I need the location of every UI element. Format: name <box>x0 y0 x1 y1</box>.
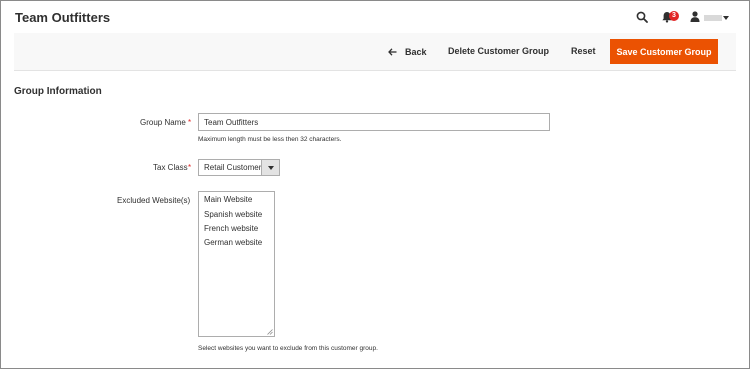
page-actions-bar: Back Delete Customer Group Reset Save Cu… <box>14 33 736 71</box>
tax-class-selected-value: Retail Customer <box>204 163 262 172</box>
excluded-websites-note: Select websites you want to exclude from… <box>198 345 378 352</box>
group-name-note: Maximum length must be less then 32 char… <box>198 136 342 143</box>
tax-class-dropdown-button[interactable] <box>261 160 279 175</box>
section-title: Group Information <box>14 86 102 97</box>
resize-handle-icon[interactable] <box>267 329 273 335</box>
search-icon[interactable] <box>636 11 648 23</box>
notification-count-badge[interactable]: 3 <box>669 11 679 21</box>
reset-button[interactable]: Reset <box>571 46 596 56</box>
tax-class-required-mark: * <box>188 163 192 172</box>
website-option-main[interactable]: Main Website <box>204 195 252 204</box>
chevron-down-icon <box>268 166 274 170</box>
page-title: Team Outfitters <box>15 10 111 25</box>
account-name[interactable] <box>704 15 722 21</box>
website-option-spanish[interactable]: Spanish website <box>204 210 262 219</box>
group-name-required-mark: * <box>188 118 192 127</box>
tax-class-label: Tax Class <box>153 163 188 172</box>
tax-class-select[interactable]: Retail Customer <box>198 159 280 176</box>
delete-customer-group-button[interactable]: Delete Customer Group <box>448 46 549 56</box>
excluded-websites-multiselect[interactable]: Main Website Spanish website French webs… <box>198 191 275 337</box>
user-icon[interactable] <box>690 11 700 22</box>
group-name-label: Group Name <box>140 118 186 127</box>
group-name-input[interactable] <box>198 113 550 131</box>
website-option-french[interactable]: French website <box>204 224 258 233</box>
website-option-german[interactable]: German website <box>204 238 262 247</box>
page-header: Team Outfitters 3 <box>1 1 749 31</box>
back-button-label: Back <box>405 47 427 57</box>
excluded-websites-label: Excluded Website(s) <box>117 196 191 205</box>
arrow-left-icon <box>388 48 397 56</box>
chevron-down-icon[interactable] <box>723 16 729 20</box>
save-customer-group-button[interactable]: Save Customer Group <box>610 39 718 64</box>
back-button[interactable]: Back <box>388 45 427 59</box>
